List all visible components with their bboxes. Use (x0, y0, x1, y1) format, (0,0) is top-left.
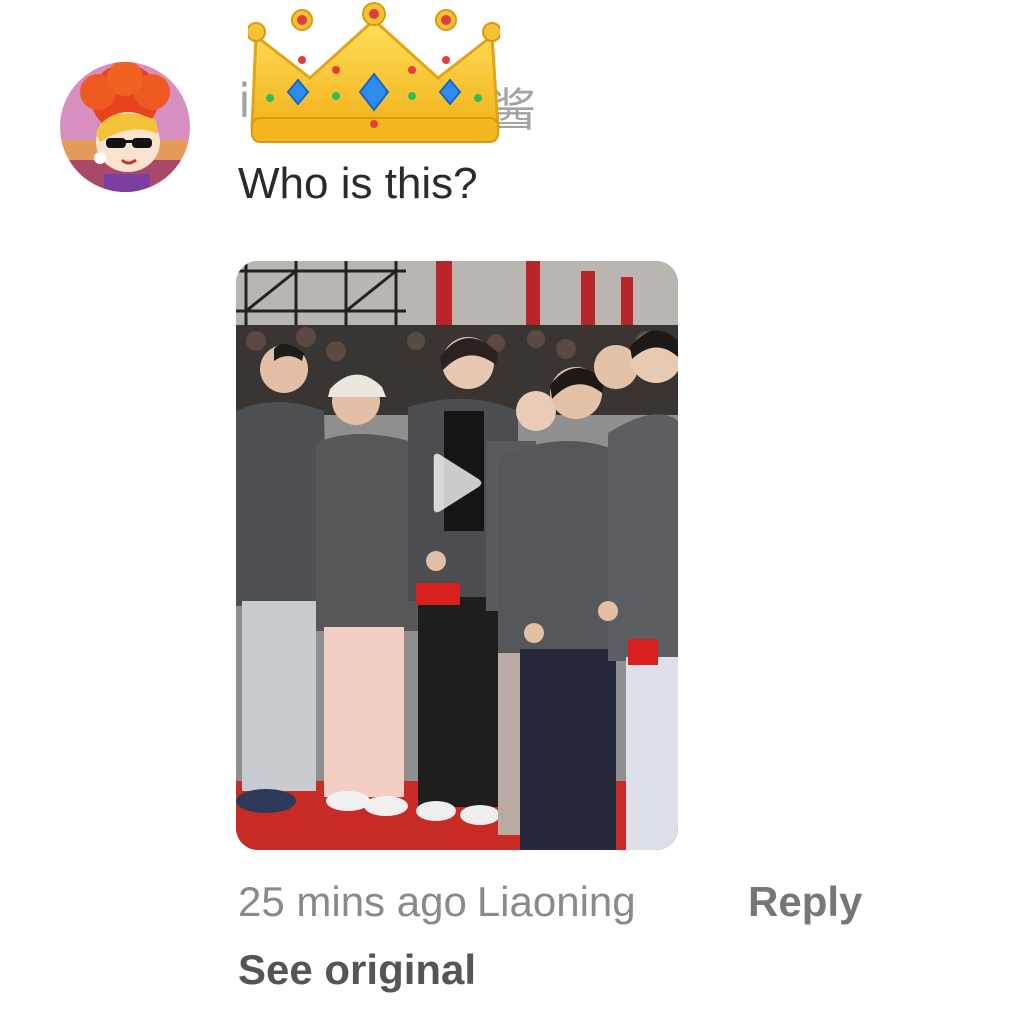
play-icon[interactable] (428, 452, 484, 514)
see-original-button[interactable]: See original (238, 946, 476, 994)
timestamp: 25 mins ago (238, 878, 467, 925)
comment-meta: 25 mins ago Liaoning Reply (238, 878, 862, 930)
user-avatar[interactable] (60, 62, 190, 192)
location: Liaoning (476, 878, 636, 925)
comment-text: Who is this? (238, 159, 478, 208)
reply-button[interactable]: Reply (748, 878, 862, 926)
video-thumbnail[interactable] (236, 261, 678, 850)
crown-icon (246, 0, 502, 146)
